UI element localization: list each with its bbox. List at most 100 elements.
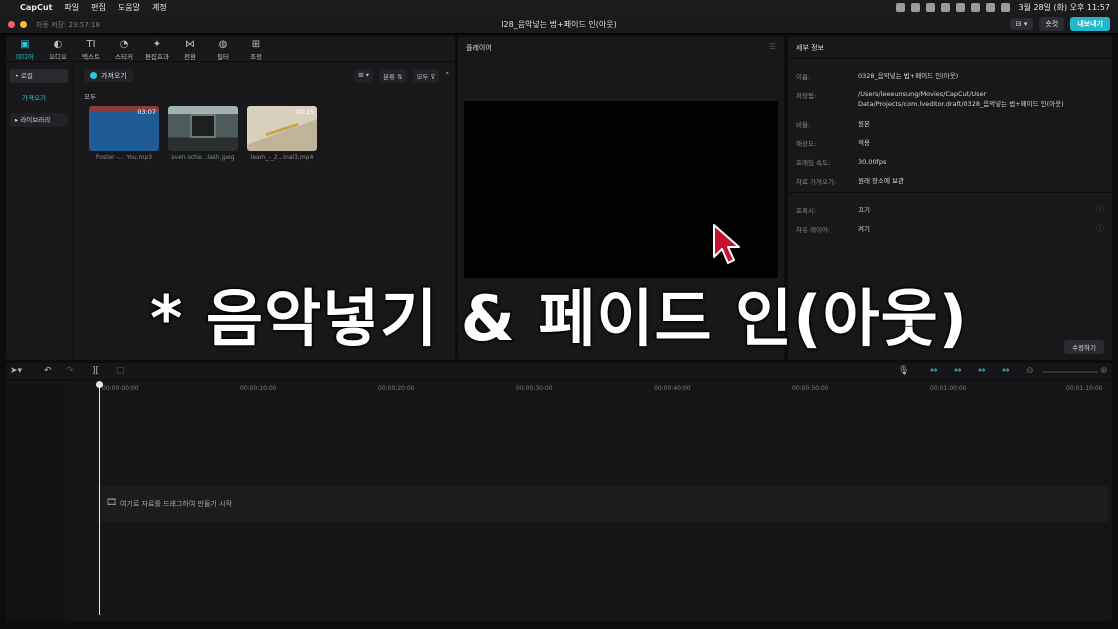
timeline-panel: ➤▾ ↶ ↷ ][ ▢ 🎙 ⇔ ⇔ ⇔ ⇔ ⊖ ⊕ 00:00:00:00 00…	[6, 363, 1112, 621]
zoom-in-icon[interactable]: ⊕	[1100, 366, 1108, 376]
media-thumb-video[interactable]: 00:15	[247, 106, 317, 151]
tab-adjust[interactable]: ⊞ 조정	[243, 36, 269, 61]
asset-toolbar: ▣ 미디어 ◐ 오디오 TI 텍스트 ◔ 스티커 ✦ 편집효과 ⋈ 전환 ◍ 필터 ⊞ 조정	[6, 36, 455, 62]
overlay-caption: * 음악넣기 & 페이드 인(아웃)	[149, 281, 969, 357]
detail-value: 원래 장소에 보관	[858, 177, 904, 185]
media-thumb-image[interactable]	[168, 106, 238, 151]
detail-value: 30.00fps	[858, 158, 887, 166]
battery-icon[interactable]	[986, 2, 996, 12]
tab-label: 오디오	[49, 53, 67, 61]
tray-icon[interactable]	[911, 2, 921, 12]
menu-app-name[interactable]: CapCut	[20, 3, 52, 12]
tab-label: 미디어	[16, 53, 34, 61]
delete-icon[interactable]: ▢	[116, 366, 125, 376]
track-headers	[6, 383, 70, 621]
detail-label: 프록시:	[796, 207, 817, 215]
media-thumb-audio[interactable]: 03:07	[89, 106, 159, 151]
split-icon[interactable]: ][	[92, 366, 99, 376]
tab-media[interactable]: ▣ 미디어	[12, 36, 38, 61]
tick-label: 00:00:10:00	[240, 385, 277, 392]
tray-icon[interactable]	[941, 2, 951, 12]
undo-icon[interactable]: ↶	[44, 366, 52, 376]
zoom-slider[interactable]	[1042, 371, 1098, 373]
effects-icon: ✦	[152, 39, 162, 50]
import-button[interactable]: 가져오기	[84, 69, 133, 82]
tray-icon[interactable]	[926, 2, 936, 12]
tray-icon[interactable]	[896, 2, 906, 12]
details-title: 세부 정보	[796, 44, 824, 52]
menu-clock[interactable]: 3월 28일 (화) 오후 11:57	[1018, 2, 1110, 13]
media-name: Poster -... You.mp3	[95, 154, 153, 161]
sidebar-item-import[interactable]: 가져오기	[10, 91, 68, 105]
tab-filters[interactable]: ◍ 필터	[210, 36, 236, 61]
mouse-cursor-icon	[713, 224, 740, 264]
divider	[788, 192, 1112, 193]
divider	[788, 58, 1112, 59]
tab-effects[interactable]: ✦ 편집효과	[144, 36, 170, 61]
menu-help[interactable]: 도움말	[118, 2, 140, 13]
track-icon[interactable]: ⇔	[1002, 366, 1010, 376]
drop-hint: 여기로 자료를 드래그하여 만들기 시작	[120, 500, 232, 508]
sidebar-item-local[interactable]: • 로컬	[10, 69, 68, 83]
tick-label: 00:00:50:00	[792, 385, 829, 392]
search-icon[interactable]: ⌕	[445, 69, 449, 83]
preview-axis-icon[interactable]: ⇔	[978, 366, 986, 376]
tab-label: 스티커	[115, 53, 133, 61]
sidebar-item-library[interactable]: ▸ 라이브러리	[10, 113, 68, 127]
tab-text[interactable]: TI 텍스트	[78, 36, 104, 61]
menu-account[interactable]: 계정	[152, 2, 167, 13]
main-track-drop-zone[interactable]: 🎞 여기로 자료를 드래그하여 만들기 시작	[98, 486, 1108, 522]
filter-button[interactable]: 모두 ⊽	[412, 69, 440, 83]
tv-image	[190, 114, 216, 138]
duration-label: 03:07	[137, 108, 156, 116]
menu-edit[interactable]: 편집	[91, 2, 106, 13]
info-icon[interactable]: ⓘ	[1096, 204, 1104, 215]
zoom-out-icon[interactable]: ⊖	[1026, 366, 1034, 376]
detail-label: 비율:	[796, 121, 811, 129]
film-icon: 🎞	[106, 498, 118, 508]
plus-icon	[90, 72, 97, 79]
playhead[interactable]	[99, 383, 100, 615]
tray-icon[interactable]	[956, 2, 966, 12]
detail-value: 0328_음악넣는 법+페이드 인(아웃)	[858, 72, 959, 80]
snap-icon[interactable]: ⇔	[930, 366, 938, 376]
wifi-icon[interactable]	[971, 2, 981, 12]
info-icon[interactable]: ⓘ	[1096, 223, 1104, 234]
shortcut-button[interactable]: 숏컷	[1039, 17, 1065, 31]
detail-label: 저장됨:	[796, 92, 817, 100]
player-preview[interactable]	[464, 101, 778, 278]
all-section-label: 모두	[84, 93, 96, 101]
tab-audio[interactable]: ◐ 오디오	[45, 36, 71, 61]
window-titlebar: 자동 저장: 23:57:18 l28_음악넣는 법+페이드 인(아웃) ⊟ ▾…	[0, 14, 1118, 34]
redo-icon[interactable]: ↷	[66, 366, 74, 376]
menu-bar: CapCut 파일 편집 도움말 계정 3월 28일 (화) 오후 11:57	[0, 0, 1118, 14]
player-title: 플레이어	[466, 44, 492, 52]
link-icon[interactable]: ⇔	[954, 366, 962, 376]
export-button[interactable]: 내보내기	[1070, 17, 1110, 31]
audio-icon: ◐	[53, 39, 63, 50]
tick-label: 00:00:00:00	[102, 385, 139, 392]
layout-button[interactable]: ⊟ ▾	[1009, 18, 1034, 30]
detail-label: 해상도:	[796, 140, 817, 148]
search-icon[interactable]	[1001, 2, 1011, 12]
microphone-icon[interactable]: 🎙	[898, 366, 909, 376]
detail-label: 자유 레이어:	[796, 226, 831, 234]
view-mode-button[interactable]: ⊞ ▾	[354, 69, 374, 83]
import-label: 가져오기	[101, 71, 127, 80]
tab-sticker[interactable]: ◔ 스티커	[111, 36, 137, 61]
sort-button[interactable]: 분류 ⇅	[379, 69, 407, 83]
tick-label: 00:00:30:00	[516, 385, 553, 392]
media-name: sven-sche...lash.jpeg	[171, 154, 235, 161]
detail-value: 끄기	[858, 206, 870, 214]
select-tool-icon[interactable]: ➤▾	[10, 366, 22, 376]
transition-icon: ⋈	[185, 39, 195, 50]
detail-label: 자료 가져오기:	[796, 178, 837, 186]
playhead-handle[interactable]	[96, 381, 103, 388]
tab-label: 조정	[250, 53, 262, 61]
tick-label: 00:01:10:00	[1066, 385, 1103, 392]
menu-icon[interactable]: ☰	[769, 42, 776, 51]
menu-file[interactable]: 파일	[64, 2, 79, 13]
time-ruler[interactable]: 00:00:00:00 00:00:10:00 00:00:20:00 00:0…	[98, 383, 1108, 395]
tab-transitions[interactable]: ⋈ 전환	[177, 36, 203, 61]
media-name: leam_-_2...inal3.mp4	[250, 154, 314, 161]
